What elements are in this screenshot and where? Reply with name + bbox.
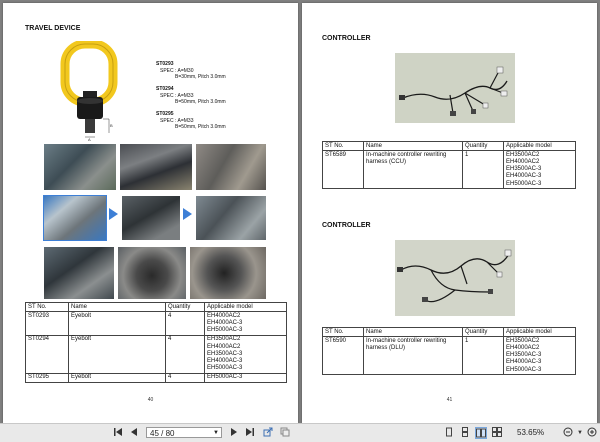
document-viewer[interactable]: TRAVEL DEVICE B A ST0293 SPEC : A=M30 B=… [0,0,600,423]
col-st-no: ST No. [322,326,364,338]
first-page-icon[interactable] [111,427,125,439]
cell-st-no: ST0294 [25,334,69,374]
cell-quantity: 4 [165,334,205,374]
col-quantity: Quantity [462,140,504,152]
page-40: TRAVEL DEVICE B A ST0293 SPEC : A=M30 B=… [3,3,298,423]
cell-name: Eyebolt [68,311,166,336]
eyebolt-illustration: B A [60,41,118,141]
single-page-view-icon[interactable] [443,427,455,439]
controller-dlu-table: ST No. Name Quantity Applicable model ST… [322,326,576,376]
section-title-controller-1: CONTROLLER [322,35,371,42]
section-title-controller-2: CONTROLLER [322,222,371,229]
zoom-out-icon[interactable] [562,427,574,439]
cell-name: In-machine controller rewriting harness … [363,150,463,190]
photo-work-4 [43,195,107,241]
cell-models: EH4000AC2 EH4000AC-3 EH5000AC-3 [204,311,287,336]
spec-st0293: ST0293 SPEC : A=M30 B=30mm, Pitch 3.0mm [156,61,226,80]
harness-photo-dlu [395,240,515,316]
arrow-right-icon [183,208,192,220]
table-row: ST0293 Eyebolt 4 EH4000AC2 EH4000AC-3 EH… [25,311,287,336]
cell-name: Eyebolt [68,372,166,384]
page-number-value: 45 / 80 [150,429,175,438]
col-st-no: ST No. [322,140,364,152]
spec-st0294: ST0294 SPEC : A=M33 B=50mm, Pitch 3.0mm [156,86,226,105]
col-name: Name [68,301,166,313]
col-applicable-model: Applicable model [503,326,576,338]
harness-photo-ccu [395,53,515,123]
cell-quantity: 1 [462,336,504,376]
cell-models: EH3500AC2 EH4000AC2 EH3500AC-3 EH4000AC-… [204,334,287,374]
eyebolt-table: ST No. Name Quantity Applicable model ST… [25,301,287,384]
cell-st-no: ST0293 [25,311,69,336]
col-applicable-model: Applicable model [204,301,287,313]
photo-work-3 [195,143,267,191]
cell-models: EH5000AC-3 [204,372,287,384]
photo-work-1 [43,143,117,191]
zoom-dropdown-chevron-icon[interactable]: ▼ [576,427,584,439]
cell-quantity: 1 [462,150,504,190]
cell-name: In-machine controller rewriting harness … [363,336,463,376]
cell-st-no: ST6589 [322,150,364,190]
photo-work-6 [195,195,267,241]
cell-quantity: 4 [165,372,205,384]
photo-work-7 [43,246,115,300]
continuous-view-icon[interactable] [459,427,471,439]
next-page-icon[interactable] [228,427,240,439]
spec-st0295: ST0295 SPEC : A=M33 B=50mm, Pitch 3.0mm [156,111,226,130]
two-page-view-icon[interactable] [475,427,487,439]
page-number: 40 [147,397,154,403]
export-icon[interactable] [262,427,274,439]
page-41: CONTROLLER ST No. Name Quantity Applicab… [302,3,597,423]
col-st-no: ST No. [25,301,69,313]
table-row: ST6589 In-machine controller rewriting h… [322,150,576,190]
table-row: ST0295 Eyebolt 4 EH5000AC-3 [25,372,287,384]
two-page-continuous-icon[interactable] [491,427,503,439]
last-page-icon[interactable] [243,427,257,439]
page-number: 41 [446,397,453,403]
previous-page-icon[interactable] [128,427,140,439]
col-applicable-model: Applicable model [503,140,576,152]
col-quantity: Quantity [462,326,504,338]
viewer-toolbar: 45 / 80 ▼ 53.65% ▼ [0,423,600,442]
col-quantity: Quantity [165,301,205,313]
photo-work-2 [119,143,193,191]
dim-b-label: B [110,123,113,128]
zoom-level[interactable]: 53.65% [517,427,544,439]
col-name: Name [363,326,463,338]
cell-models: EH3500AC2 EH4000AC2 EH3500AC-3 EH4000AC-… [503,336,576,376]
col-name: Name [363,140,463,152]
copy-icon[interactable] [279,427,291,439]
controller-ccu-table: ST No. Name Quantity Applicable model ST… [322,140,576,190]
chevron-down-icon: ▼ [213,430,219,436]
photo-work-5 [121,195,181,241]
section-title-travel-device: TRAVEL DEVICE [25,25,81,32]
table-row: ST6590 In-machine controller rewriting h… [322,336,576,376]
cell-st-no: ST6590 [322,336,364,376]
photo-work-9 [189,246,267,300]
cell-st-no: ST0295 [25,372,69,384]
cell-models: EH3500AC2 EH4000AC2 EH3500AC-3 EH4000AC-… [503,150,576,190]
zoom-in-icon[interactable] [586,427,598,439]
dim-a-label: A [88,137,91,141]
cell-quantity: 4 [165,311,205,336]
photo-work-8 [117,246,187,300]
cell-name: Eyebolt [68,334,166,374]
arrow-right-icon [109,208,118,220]
page-number-field[interactable]: 45 / 80 ▼ [146,427,222,438]
table-row: ST0294 Eyebolt 4 EH3500AC2 EH4000AC2 EH3… [25,334,287,374]
